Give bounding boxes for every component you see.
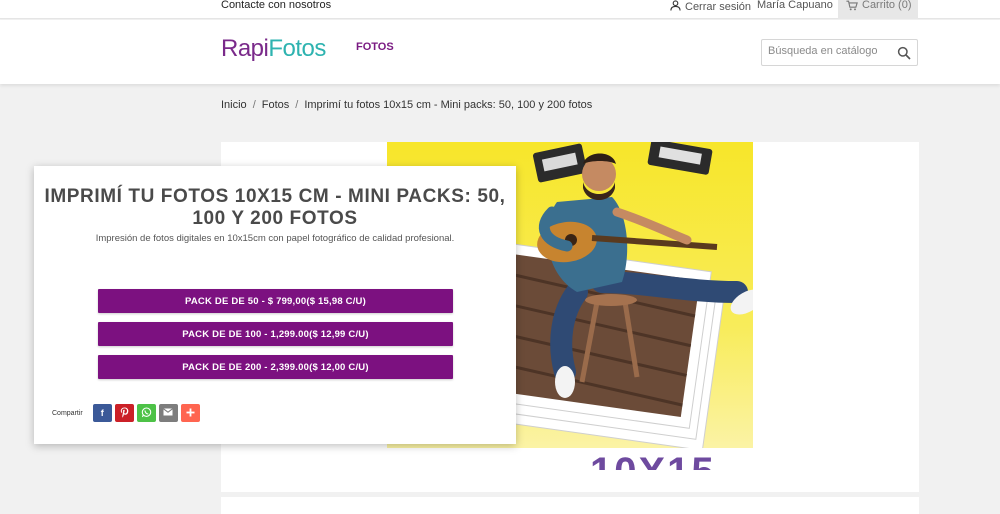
contact-link[interactable]: Contacte con nosotros: [221, 0, 331, 11]
top-nav-bar: Contacte con nosotros Cerrar sesión Marí…: [0, 0, 1000, 19]
whatsapp-icon: [141, 406, 152, 420]
pack-50-button[interactable]: PACK DE DE 50 - $ 799,00($ 15,98 C/U): [98, 289, 453, 313]
logout-label: Cerrar sesión: [685, 0, 752, 13]
breadcrumb: Inicio / Fotos / Imprimí tu fotos 10x15 …: [221, 99, 592, 111]
breadcrumb-item-fotos[interactable]: Fotos: [262, 99, 290, 111]
breadcrumb-item-inicio[interactable]: Inicio: [221, 99, 247, 111]
logo-text-fotos: Fotos: [268, 35, 326, 62]
product-title: IMPRIMÍ TU FOTOS 10X15 CM - MINI PACKS: …: [44, 186, 506, 229]
logout-link[interactable]: Cerrar sesión: [670, 0, 751, 14]
breadcrumb-item-current: Imprimí tu fotos 10x15 cm - Mini packs: …: [304, 99, 593, 111]
site-header: RapiFotos FOTOS: [0, 20, 1000, 84]
search-icon[interactable]: [897, 46, 911, 60]
whatsapp-share-button[interactable]: [136, 404, 156, 422]
pack-200-button[interactable]: PACK DE DE 200 - 2,399.00($ 12,00 C/U): [98, 355, 453, 379]
facebook-share-button[interactable]: f: [92, 404, 112, 422]
account-link[interactable]: María Capuano: [757, 0, 833, 11]
cassette-left: [532, 143, 588, 183]
pinterest-icon: [120, 407, 129, 420]
pinterest-share-button[interactable]: [114, 404, 134, 422]
user-icon: [670, 0, 681, 14]
cart-button[interactable]: Carrito (0): [838, 0, 918, 19]
search-input[interactable]: [768, 45, 893, 57]
share-label: Compartir: [52, 409, 83, 417]
cart-label: Carrito (0): [862, 0, 912, 11]
email-share-button[interactable]: [158, 404, 178, 422]
site-logo[interactable]: RapiFotos: [221, 35, 326, 63]
share-bar: Compartir f: [52, 404, 200, 422]
breadcrumb-separator: /: [295, 99, 299, 111]
pack-100-button[interactable]: PACK DE DE 100 - 1,299.00($ 12,99 C/U): [98, 322, 453, 346]
breadcrumb-separator: /: [252, 99, 256, 111]
plus-icon: [186, 408, 195, 419]
cart-icon: [846, 0, 858, 14]
product-info-panel: IMPRIMÍ TU FOTOS 10X15 CM - MINI PACKS: …: [34, 166, 516, 444]
more-share-button[interactable]: [180, 404, 200, 422]
product-details-section: [221, 497, 919, 514]
product-description: Impresión de fotos digitales en 10x15cm …: [95, 233, 455, 244]
product-image-caption: 10X15: [590, 452, 716, 470]
logo-text-rapi: Rapi: [221, 35, 269, 62]
envelope-icon: [163, 408, 174, 418]
nav-item-fotos[interactable]: FOTOS: [356, 41, 394, 53]
facebook-icon: f: [100, 408, 104, 418]
search-box: [761, 39, 918, 66]
